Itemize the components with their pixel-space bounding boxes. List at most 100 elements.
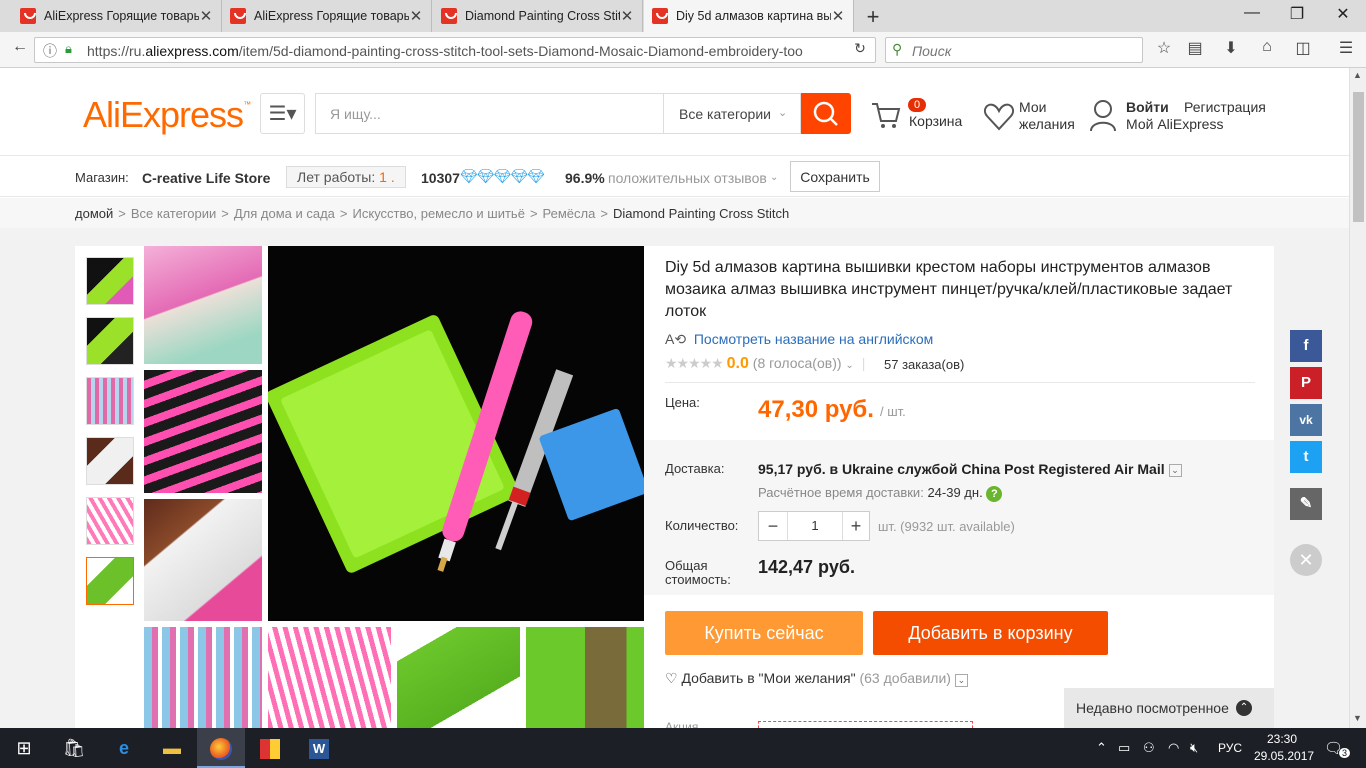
vk-icon[interactable]: vk [1290, 404, 1322, 436]
search-button[interactable] [801, 93, 851, 134]
product-thumbnail[interactable] [86, 377, 134, 425]
close-share-icon[interactable]: ✕ [1290, 544, 1322, 576]
close-window-icon[interactable]: ✕ [1328, 4, 1358, 24]
gallery-image[interactable] [144, 246, 262, 364]
browser-tab[interactable]: AliExpress Горящие товары ✕ [222, 0, 432, 32]
close-tab-icon[interactable]: ✕ [409, 7, 423, 25]
quantity-input[interactable]: 1 [787, 512, 843, 540]
gallery-image[interactable] [268, 627, 391, 728]
product-thumbnail-selected[interactable] [86, 557, 134, 605]
decrease-quantity-button[interactable]: − [759, 512, 787, 540]
menu-icon[interactable]: ☰ [1334, 38, 1358, 58]
product-thumbnail[interactable] [86, 317, 134, 365]
breadcrumb-current[interactable]: Diamond Painting Cross Stitch [613, 206, 789, 221]
url-bar[interactable]: ⓘ 🔒︎ https://ru.aliexpress.com/item/5d-d… [34, 37, 876, 63]
network-sync-icon[interactable]: ⚇ [1143, 740, 1155, 756]
close-tab-icon[interactable]: ✕ [620, 7, 634, 25]
store-score: 10307 [421, 170, 460, 186]
browser-tab-active[interactable]: Diy 5d алмазов картина выш ✕ [644, 0, 854, 32]
reading-list-icon[interactable]: ▤ [1183, 38, 1207, 58]
minimize-icon[interactable]: — [1237, 4, 1267, 22]
page-scrollbar[interactable]: ▲ ▼ [1349, 68, 1366, 728]
shipping-info[interactable]: 95,17 руб. в Ukraine службой China Post … [758, 461, 1182, 477]
windows-start-icon[interactable]: ⊞ [0, 728, 48, 768]
close-tab-icon[interactable]: ✕ [831, 7, 845, 25]
store-name-link[interactable]: C-reative Life Store [142, 170, 270, 186]
login-link[interactable]: Войти [1126, 99, 1169, 115]
battery-icon[interactable]: ▭ [1118, 740, 1130, 756]
bookmark-star-icon[interactable]: ☆ [1152, 38, 1176, 58]
show-hidden-icons-icon[interactable]: ⌃ [1096, 740, 1107, 756]
facebook-icon[interactable]: f [1290, 330, 1322, 362]
edge-browser-icon[interactable]: e [100, 728, 148, 768]
aliexpress-logo[interactable]: AliExpress™ [83, 94, 251, 136]
gallery-image[interactable] [144, 370, 262, 493]
wishlist-link[interactable]: Мои желания [983, 99, 1083, 135]
file-explorer-icon[interactable]: ▬ [148, 728, 196, 768]
positive-feedback-label[interactable]: положительных отзывов [608, 170, 767, 186]
clock-date[interactable]: 29.05.2017 [1254, 749, 1314, 763]
gallery-image[interactable] [144, 499, 262, 621]
edit-icon[interactable]: ✎ [1290, 488, 1322, 520]
scroll-down-icon[interactable]: ▼ [1353, 713, 1362, 723]
gallery-image[interactable] [144, 627, 262, 728]
back-arrow-icon[interactable]: ← [8, 38, 32, 56]
browser-search-input[interactable]: ⚲ Поиск [885, 37, 1143, 63]
register-link[interactable]: Регистрация [1184, 99, 1266, 115]
product-thumbnail[interactable] [86, 437, 134, 485]
close-tab-icon[interactable]: ✕ [199, 7, 213, 25]
volume-mute-icon[interactable]: 🔇︎ [1190, 740, 1198, 756]
scroll-up-icon[interactable]: ▲ [1353, 70, 1362, 80]
search-placeholder: Я ищу... [330, 106, 381, 122]
home-icon[interactable]: ⌂ [1255, 38, 1279, 56]
product-rating[interactable]: ★★★★★ 0.0 (8 голоса(ов)) ⌄ | [665, 355, 865, 373]
breadcrumb-item[interactable]: Для дома и сада [234, 206, 335, 221]
buy-now-button[interactable]: Купить сейчас [665, 611, 863, 655]
new-tab-button[interactable]: + [862, 4, 884, 30]
store-icon[interactable]: 🛍︎ [50, 728, 98, 768]
download-icon[interactable]: ⬇ [1219, 38, 1243, 58]
add-to-cart-button[interactable]: Добавить в корзину [873, 611, 1108, 655]
pinterest-icon[interactable]: P [1290, 367, 1322, 399]
pocket-icon[interactable]: ◫ [1291, 38, 1315, 58]
years-label: Лет работы: [297, 169, 376, 185]
browser-tab[interactable]: Diamond Painting Cross Stit ✕ [433, 0, 643, 32]
product-thumbnail[interactable] [86, 497, 134, 545]
chevron-down-icon[interactable]: ⌄ [1168, 463, 1182, 477]
recently-viewed-panel[interactable]: Недавно посмотренное ⌃ [1064, 688, 1274, 728]
app-icon[interactable] [246, 728, 294, 768]
restore-icon[interactable]: ❐ [1282, 4, 1312, 24]
clock-time[interactable]: 23:30 [1262, 732, 1302, 746]
notification-count-badge: 3 [1339, 748, 1351, 758]
product-search-input[interactable]: Я ищу... [315, 93, 663, 134]
breadcrumb-item[interactable]: Все категории [131, 206, 216, 221]
chevron-down-icon[interactable]: ⌄ [954, 674, 968, 687]
main-product-image[interactable] [268, 246, 644, 621]
save-store-button[interactable]: Сохранить [790, 161, 880, 192]
wifi-icon[interactable]: ◠ [1168, 740, 1179, 756]
reload-icon[interactable]: ↻ [848, 40, 872, 57]
category-menu-button[interactable]: ☰▾ [260, 93, 305, 134]
scrollbar-thumb[interactable] [1353, 92, 1364, 222]
my-aliexpress-link[interactable]: Мой AliExpress [1126, 116, 1223, 132]
add-to-wishlist-link[interactable]: ♡ Добавить в "Мои желания" (63 добавили)… [665, 670, 968, 687]
total-label-2: стоимость: [665, 572, 731, 587]
breadcrumb-item[interactable]: Искусство, ремесло и шитьё [353, 206, 525, 221]
breadcrumb-item[interactable]: Ремёсла [543, 206, 596, 221]
info-icon[interactable]: ⓘ [43, 41, 57, 61]
increase-quantity-button[interactable]: + [843, 512, 869, 540]
gallery-image[interactable] [397, 627, 520, 728]
english-title-link[interactable]: A⟲ Посмотреть название на английском [665, 331, 933, 348]
help-icon[interactable]: ? [986, 486, 1003, 502]
browser-tab[interactable]: AliExpress Горящие товары ✕ [12, 0, 222, 32]
breadcrumb: домой > Все категории > Для дома и сада > Иску… [0, 198, 1349, 228]
twitter-icon[interactable]: t [1290, 441, 1322, 473]
firefox-icon[interactable] [197, 728, 245, 768]
browser-search-placeholder: Поиск [912, 43, 952, 59]
gallery-image[interactable] [526, 627, 644, 728]
product-thumbnail[interactable] [86, 257, 134, 305]
language-indicator[interactable]: РУС [1218, 741, 1242, 755]
category-select[interactable]: Все категории ⌄ [663, 93, 801, 134]
word-icon[interactable]: W [295, 728, 343, 768]
breadcrumb-home[interactable]: домой [75, 206, 113, 221]
